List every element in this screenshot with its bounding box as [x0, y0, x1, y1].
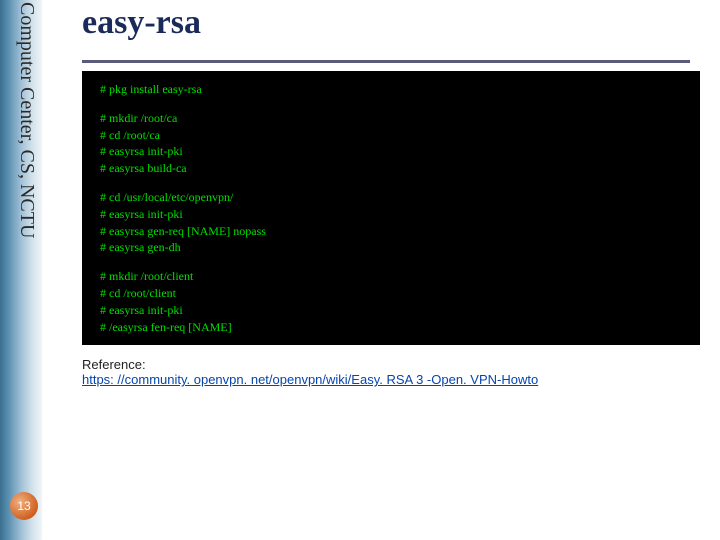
reference-label: Reference:: [82, 357, 700, 372]
title-rule: [82, 60, 690, 63]
term-line: # easyrsa gen-dh: [100, 239, 686, 256]
page-title: easy-rsa: [82, 4, 700, 42]
terminal-block: # pkg install easy-rsa # mkdir /root/ca …: [82, 71, 700, 345]
term-line: # mkdir /root/ca: [100, 110, 686, 127]
term-line: # cd /root/ca: [100, 127, 686, 144]
term-line: # easyrsa init-pki: [100, 302, 686, 319]
term-group-server: # cd /usr/local/etc/openvpn/ # easyrsa i…: [100, 189, 686, 256]
page-number-badge: 13: [10, 492, 38, 520]
reference-link[interactable]: https: //community. openvpn. net/openvpn…: [82, 372, 538, 387]
slide-content: easy-rsa # pkg install easy-rsa # mkdir …: [60, 0, 700, 540]
term-group-install: # pkg install easy-rsa: [100, 81, 686, 98]
term-line: # easyrsa build-ca: [100, 160, 686, 177]
term-line: # cd /usr/local/etc/openvpn/: [100, 189, 686, 206]
sidebar-vertical-text: Computer Center, CS, NCTU: [2, 0, 38, 400]
term-line: # cd /root/client: [100, 285, 686, 302]
term-line: # easyrsa init-pki: [100, 206, 686, 223]
term-line: # mkdir /root/client: [100, 268, 686, 285]
term-line: # easyrsa init-pki: [100, 143, 686, 160]
term-line: # /easyrsa fen-req [NAME]: [100, 319, 686, 336]
term-line: # pkg install easy-rsa: [100, 81, 686, 98]
term-line: # easyrsa gen-req [NAME] nopass: [100, 223, 686, 240]
term-group-client: # mkdir /root/client # cd /root/client #…: [100, 268, 686, 335]
term-group-ca: # mkdir /root/ca # cd /root/ca # easyrsa…: [100, 110, 686, 177]
reference-section: Reference: https: //community. openvpn. …: [82, 357, 700, 387]
